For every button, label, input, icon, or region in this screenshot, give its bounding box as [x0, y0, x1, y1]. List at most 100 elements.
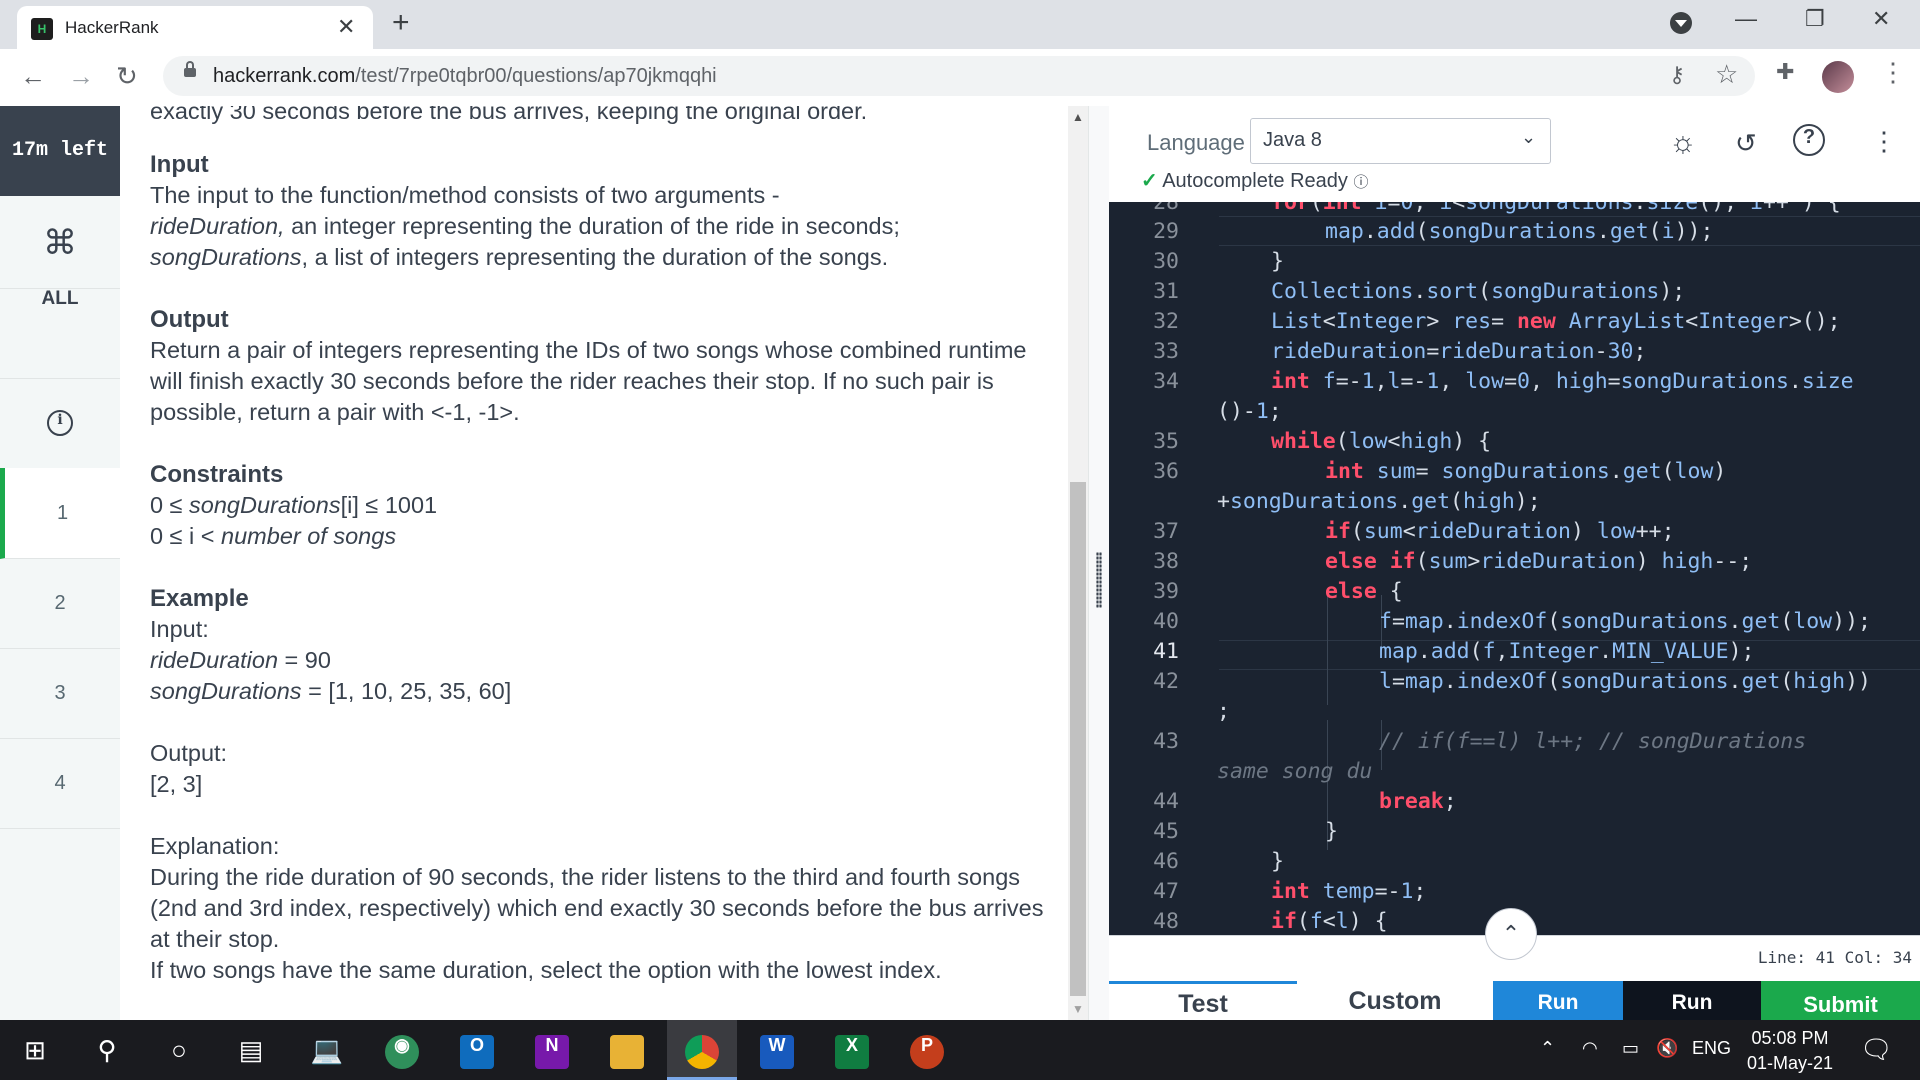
line-number: 29 [1153, 219, 1179, 244]
chevron-up-icon[interactable]: ⌃ [1485, 908, 1537, 960]
line-number: 40 [1153, 609, 1179, 634]
tab-search-dropdown-icon[interactable] [1670, 12, 1692, 34]
task-view-icon[interactable]: ▤ [216, 1020, 286, 1080]
code-line: } [1325, 819, 1338, 844]
search-icon[interactable]: ⚲ [72, 1020, 142, 1080]
question-4-tab[interactable]: 4 [0, 738, 120, 829]
windows-start-icon[interactable]: ⊞ [0, 1020, 70, 1080]
key-icon[interactable]: ⚷ [1669, 62, 1685, 88]
address-bar[interactable]: hackerrank.com/test/7rpe0tqbr00/question… [163, 56, 1755, 96]
input-arg2: songDurations, a list of integers repres… [150, 244, 889, 270]
outlook-icon[interactable]: O [442, 1020, 512, 1080]
onenote-icon[interactable]: N [517, 1020, 587, 1080]
code-line: else { [1325, 579, 1403, 604]
language-select[interactable]: Java 8 ⌄ [1250, 118, 1551, 164]
input-heading: Input [150, 151, 209, 178]
chevron-down-icon: ⌄ [1521, 127, 1537, 147]
notification-icon[interactable]: 🗨 [1860, 1034, 1893, 1065]
tab-close-icon[interactable]: ✕ [337, 14, 355, 40]
code-line: Collections.sort(songDurations); [1271, 279, 1686, 304]
back-icon[interactable]: ← [20, 61, 46, 92]
cortana-icon[interactable]: ○ [144, 1020, 214, 1080]
output-heading: Output [150, 306, 229, 333]
input-language[interactable]: ENG [1692, 1038, 1731, 1059]
question-2-tab[interactable]: 2 [0, 558, 120, 649]
scroll-down-icon[interactable]: ▼ [1072, 1002, 1084, 1016]
question-3-tab[interactable]: 3 [0, 648, 120, 739]
powerpoint-icon[interactable]: P [892, 1020, 962, 1080]
hackerrank-favicon-icon: H [31, 18, 53, 40]
line-number: 47 [1153, 879, 1179, 904]
minimize-icon[interactable]: — [1735, 6, 1757, 32]
laptop-app-icon[interactable]: 💻 [292, 1020, 362, 1080]
run-custom-button[interactable]: Run [1623, 981, 1761, 1020]
example-section: Example Input: rideDuration = 90 songDur… [150, 583, 1050, 707]
line-number: 32 [1153, 309, 1179, 334]
theme-sun-icon[interactable]: ☼ [1669, 126, 1697, 160]
time-remaining: 17m left [0, 106, 120, 196]
tray-expand-icon[interactable]: ⌃ [1540, 1038, 1555, 1059]
volume-muted-icon[interactable]: 🔇 [1656, 1038, 1678, 1059]
profile-avatar[interactable] [1822, 61, 1854, 93]
problem-cut-line: exactly 30 seconds before the bus arrive… [150, 106, 868, 124]
code-line: if(f<l) { [1271, 909, 1388, 934]
globe-app-icon[interactable]: ◉ [367, 1020, 437, 1080]
question-1-tab[interactable]: 1 [0, 468, 120, 559]
extensions-icon[interactable]: ✚ [1776, 59, 1794, 85]
reload-icon[interactable]: ↻ [116, 61, 138, 92]
restore-icon[interactable]: ❐ [1805, 6, 1825, 32]
problem-statement: exactly 30 seconds before the bus arrive… [120, 106, 1068, 1020]
forward-icon[interactable]: → [68, 61, 94, 92]
line-number: 42 [1153, 669, 1179, 694]
browser-tab-bar: H HackerRank ✕ + — ❐ ✕ [0, 0, 1920, 49]
input-intro: The input to the function/method consist… [150, 182, 780, 208]
help-icon[interactable]: ? [1793, 124, 1825, 156]
example-output-label: Output: [150, 740, 228, 766]
new-tab-button[interactable]: + [392, 8, 410, 38]
test-tab[interactable]: Test [1109, 981, 1297, 1020]
custom-tab[interactable]: Custom [1297, 981, 1493, 1020]
code-line: f=map.indexOf(songDurations.get(low)); [1379, 609, 1871, 634]
history-icon[interactable]: ↺ [1735, 128, 1757, 159]
editor-menu-icon[interactable]: ⋮ [1871, 126, 1897, 157]
info-button[interactable]: i [0, 378, 120, 469]
chrome-icon[interactable] [667, 1020, 737, 1080]
example-output: Output: [2, 3] [150, 738, 1050, 800]
clock[interactable]: 05:08 PM 01-May-21 [1740, 1026, 1840, 1076]
code-editor[interactable]: 28 29 30 31 32 33 34 35 36 37 38 39 40 4… [1109, 202, 1920, 935]
clock-time: 05:08 PM [1751, 1028, 1829, 1048]
lock-icon[interactable] [184, 61, 196, 77]
browser-menu-icon[interactable]: ⋮ [1880, 57, 1906, 88]
code-line: map.add(songDurations.get(i)); [1325, 219, 1714, 244]
input-section: Input The input to the function/method c… [150, 149, 1050, 273]
bookmark-star-icon[interactable]: ☆ [1715, 59, 1738, 90]
tiebreak-text: If two songs have the same duration, sel… [150, 957, 942, 983]
code-line: break; [1379, 789, 1457, 814]
command-icon[interactable]: ⌘ [0, 198, 120, 289]
submit-button[interactable]: Submit [1761, 981, 1920, 1020]
file-explorer-icon[interactable] [592, 1020, 662, 1080]
run-tests-button[interactable]: Run [1493, 981, 1623, 1020]
browser-toolbar: ← → ↻ hackerrank.com/test/7rpe0tqbr00/qu… [0, 49, 1920, 107]
battery-icon[interactable]: ▭ [1622, 1038, 1639, 1059]
url-text[interactable]: hackerrank.com/test/7rpe0tqbr00/question… [213, 65, 717, 88]
language-value: Java 8 [1263, 129, 1322, 151]
all-questions-button[interactable]: ALL [0, 288, 120, 379]
example-input-label: Input: [150, 616, 209, 642]
info-icon[interactable]: ⓘ [1353, 174, 1368, 191]
windows-taskbar: ⊞ ⚲ ○ ▤ 💻 ◉ O N W X P ⌃ ◠ ▭ 🔇 ENG 05:08 … [0, 1020, 1920, 1080]
problem-scroll-thumb[interactable] [1070, 482, 1086, 996]
excel-icon[interactable]: X [817, 1020, 887, 1080]
code-line: rideDuration=rideDuration-30; [1271, 339, 1647, 364]
window-close-icon[interactable]: ✕ [1872, 6, 1890, 32]
line-number: 37 [1153, 519, 1179, 544]
browser-tab[interactable]: H HackerRank ✕ [17, 6, 373, 49]
wifi-icon[interactable]: ◠ [1582, 1038, 1598, 1059]
word-icon[interactable]: W [742, 1020, 812, 1080]
scroll-up-icon[interactable]: ▲ [1072, 110, 1084, 124]
question-sidebar: 17m left ⌘ ALL i 1 2 3 4 [0, 106, 121, 1020]
drag-handle-icon[interactable] [1096, 552, 1102, 608]
code-line: int temp=-1; [1271, 879, 1427, 904]
code-comment: // if(f==l) l++; // songDurations [1379, 729, 1807, 754]
example-output-value: [2, 3] [150, 771, 203, 797]
